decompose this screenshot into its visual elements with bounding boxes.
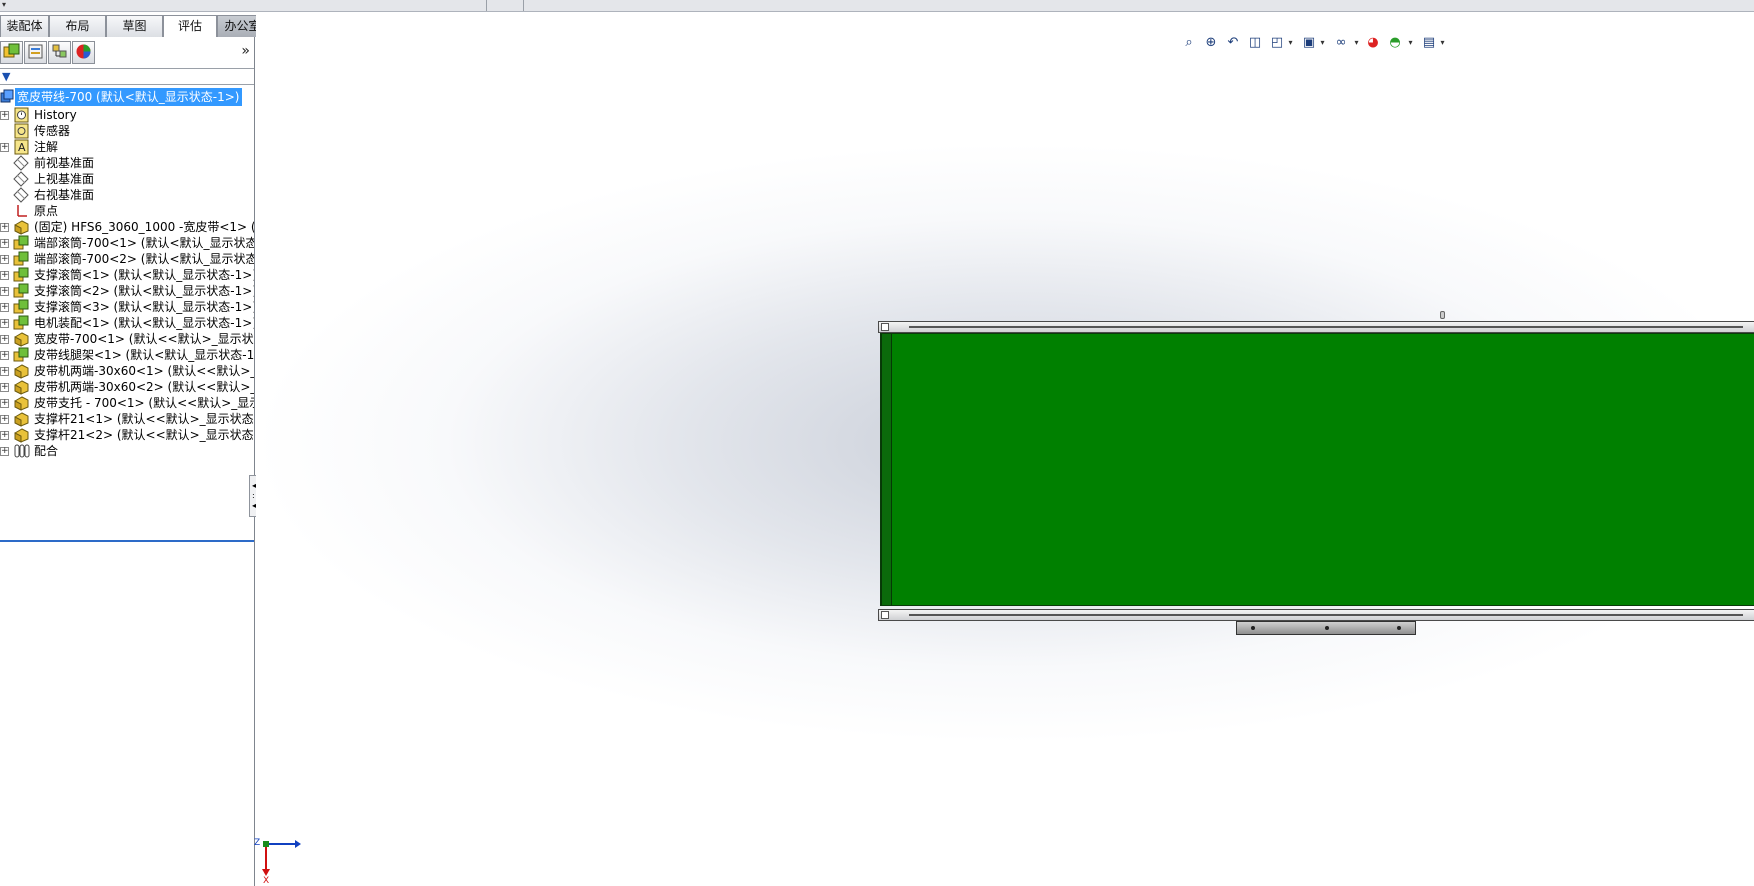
part-icon (13, 379, 30, 395)
appearance-icon (76, 44, 91, 59)
subassembly-icon (13, 347, 30, 363)
part-icon (13, 219, 30, 235)
expand-panel-icon[interactable]: » (241, 43, 250, 59)
expand-toggle[interactable]: + (0, 319, 9, 328)
configuration-manager-tab[interactable] (48, 41, 71, 64)
feature-tree-filter[interactable]: ▼ (0, 68, 254, 85)
conveyor-model[interactable] (848, 309, 1754, 649)
subassembly-icon (13, 251, 30, 267)
svg-text:A: A (18, 141, 26, 154)
configuration-icon (52, 44, 67, 58)
chevron-down-icon[interactable]: ▾ (1352, 33, 1361, 53)
subassembly-icon (13, 315, 30, 331)
display-style-icon[interactable]: ▣ (1300, 33, 1318, 53)
expand-toggle[interactable]: + (0, 303, 9, 312)
expand-toggle[interactable]: + (0, 239, 9, 248)
display-manager-tab[interactable] (72, 41, 95, 64)
mates-icon (13, 443, 30, 459)
part-icon (13, 427, 30, 443)
tab-assembly[interactable]: 装配体 (0, 15, 49, 37)
hide-show-items-icon[interactable]: ∞ (1332, 33, 1350, 53)
subassembly-icon (13, 267, 30, 283)
expand-toggle[interactable]: + (0, 399, 9, 408)
tab-evaluate[interactable]: 评估 (163, 15, 217, 38)
tab-sketch[interactable]: 草图 (106, 15, 163, 37)
part-icon (13, 363, 30, 379)
toolbar-separator (486, 0, 487, 11)
chevron-down-icon[interactable]: ▾ (1318, 33, 1327, 53)
history-icon (13, 107, 30, 123)
expand-toggle[interactable]: + (0, 143, 9, 152)
apply-scene-icon[interactable]: ◓ (1386, 33, 1404, 53)
rail-top (878, 321, 1754, 333)
view-settings-icon[interactable]: ▤ (1420, 33, 1438, 53)
tree-root-assembly[interactable]: 宽皮带线-700 (默认<默认_显示状态-1>) (0, 88, 254, 106)
part-icon (13, 331, 30, 347)
annotation-icon: A (13, 139, 30, 155)
expand-toggle[interactable]: + (0, 431, 9, 440)
view-orientation-icon[interactable]: ◰ (1268, 33, 1286, 53)
property-icon (28, 44, 43, 59)
top-pin (1440, 311, 1445, 319)
rail-bottom (878, 609, 1754, 621)
graphics-viewport[interactable]: ⌕ ⊕ ↶ ◫ ◰ ▾ ▣ ▾ ∞ ▾ ◕ ◓ ▾ ▤ ▾ (256, 13, 1754, 886)
previous-view-icon[interactable]: ↶ (1224, 33, 1242, 53)
plane-icon (13, 171, 30, 187)
z-axis-label: Z (254, 838, 261, 848)
feature-manager-tab[interactable] (0, 41, 23, 64)
tree-end-marker (0, 540, 254, 542)
zoom-to-fit-icon[interactable]: ⌕ (1180, 33, 1198, 53)
property-manager-tab[interactable] (24, 41, 47, 64)
feature-tree-icon (3, 43, 20, 58)
chevron-down-icon[interactable]: ▾ (1406, 33, 1415, 53)
expand-toggle[interactable]: + (0, 335, 9, 344)
sensor-icon (13, 123, 30, 139)
expand-toggle[interactable]: + (0, 271, 9, 280)
panel-toolbar: » (0, 41, 254, 65)
expand-toggle[interactable]: + (0, 367, 9, 376)
chevron-down-icon[interactable]: ▾ (1438, 33, 1447, 53)
feature-manager-panel: » ▼ 宽皮带线-700 (默认<默认_显示状态-1>) + History 传感器 +… (0, 37, 263, 886)
expand-toggle[interactable]: + (0, 223, 9, 232)
x-axis-label: X (263, 876, 270, 886)
expand-toggle[interactable]: + (0, 111, 9, 120)
tree-item[interactable]: + 配合 (0, 442, 254, 460)
part-icon (13, 411, 30, 427)
expand-toggle[interactable]: + (0, 255, 9, 264)
part-icon (13, 395, 30, 411)
zoom-to-area-icon[interactable]: ⊕ (1202, 33, 1220, 53)
chevron-down-icon[interactable]: ▾ (2, 0, 6, 9)
origin-icon (13, 203, 30, 219)
plane-icon (13, 155, 30, 171)
motor-bracket (1236, 621, 1416, 635)
subassembly-icon (13, 299, 30, 315)
toolbar-separator (523, 0, 524, 11)
subassembly-icon (13, 235, 30, 251)
plane-icon (13, 187, 30, 203)
subassembly-icon (13, 283, 30, 299)
expand-toggle[interactable]: + (0, 287, 9, 296)
filter-icon[interactable]: ▼ (2, 70, 10, 83)
edit-appearance-icon[interactable]: ◕ (1364, 33, 1382, 53)
tree-item-label: 宽皮带线-700 (默认<默认_显示状态-1>) (15, 88, 242, 106)
section-view-icon[interactable]: ◫ (1246, 33, 1264, 53)
tab-layout[interactable]: 布局 (49, 15, 106, 37)
command-manager-tabs: 装配体 布局 草图 评估 办公室产品 (0, 15, 295, 38)
top-strip: ▾ (0, 0, 1754, 12)
expand-toggle[interactable]: + (0, 447, 9, 456)
coordinate-triad: Z X (254, 836, 306, 886)
expand-toggle[interactable]: + (0, 415, 9, 424)
expand-toggle[interactable]: + (0, 383, 9, 392)
conveyor-belt (880, 333, 1754, 606)
expand-toggle[interactable]: + (0, 351, 9, 360)
tree-item-label: 配合 (34, 444, 59, 458)
chevron-down-icon[interactable]: ▾ (1286, 33, 1295, 53)
